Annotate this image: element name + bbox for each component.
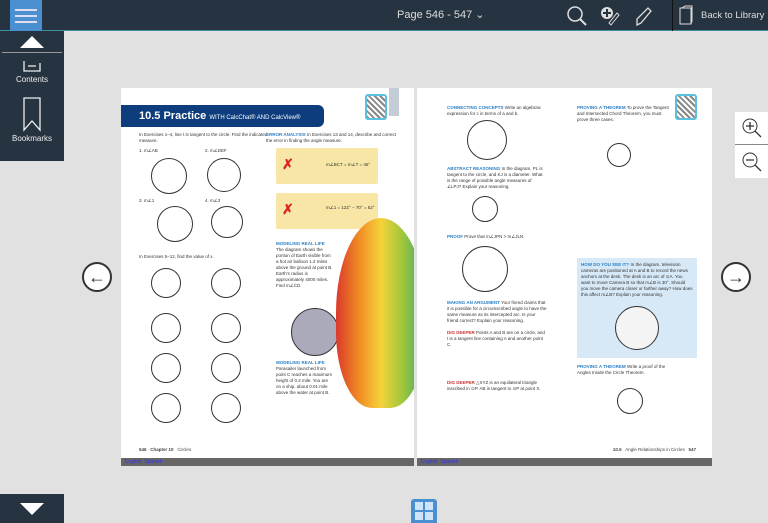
diagram <box>617 388 643 414</box>
exercise-3: 3. m∠1 <box>139 198 155 203</box>
page-footer: 546 Chapter 10 Circles <box>139 447 192 452</box>
thumbnail-grid-button[interactable] <box>411 499 437 523</box>
search-icon[interactable] <box>566 5 588 27</box>
qr-code[interactable] <box>675 94 697 120</box>
toolbar-divider <box>672 0 673 31</box>
error-callout-14: ✗ m∠1 = 122° − 70° = 52° <box>276 193 378 229</box>
bookmark-icon <box>23 97 41 132</box>
page-selector[interactable]: Page 546 - 547 ⌄ <box>397 8 485 21</box>
bookmarks-button[interactable]: Bookmarks <box>0 84 64 143</box>
diagram <box>157 206 193 242</box>
diagram <box>462 246 508 292</box>
instructions: In Exercises 1–4, line t is tangent to t… <box>139 132 268 143</box>
arrow-right-icon: → <box>727 266 745 287</box>
highlighter-icon[interactable] <box>633 5 655 27</box>
english-audio-link[interactable]: English <box>125 459 141 465</box>
book-icon <box>679 5 693 25</box>
diagram <box>151 158 187 194</box>
zoom-controls <box>735 112 768 178</box>
spanish-audio-link[interactable]: Spanish <box>440 459 458 465</box>
diagram <box>607 143 631 167</box>
hot-air-balloon-image <box>336 218 414 408</box>
diagram <box>211 268 241 298</box>
sidebar: Contents Bookmarks <box>0 31 64 161</box>
diagram <box>472 196 498 222</box>
heading: ERROR ANALYSIS <box>266 132 306 137</box>
triangle-down-icon <box>20 502 44 515</box>
zoom-in-icon <box>742 118 761 138</box>
contents-icon <box>23 61 41 72</box>
top-toolbar: Page 546 - 547 ⌄ Back to Library <box>0 0 768 31</box>
exercise-2: 2. m∠DEF <box>205 148 227 153</box>
how-do-you-see-it-box: HOW DO YOU SEE IT? In the diagram, telev… <box>577 258 697 358</box>
scroll-down-button[interactable] <box>0 494 64 523</box>
page-footer: 10.5 Angle Relationships in Circles 547 <box>612 447 696 452</box>
back-to-library-button[interactable]: Back to Library <box>678 5 764 25</box>
audio-bar-right: English Spanish <box>417 458 712 466</box>
qr-code[interactable] <box>365 94 387 120</box>
diagram <box>211 353 241 383</box>
scroll-up-button[interactable] <box>2 31 62 53</box>
english-audio-link[interactable]: English <box>421 459 437 465</box>
exercise-4: 4. m∠3 <box>205 198 221 203</box>
diagram <box>151 353 181 383</box>
diagram <box>211 313 241 343</box>
zoom-out-button[interactable] <box>735 145 768 178</box>
arrow-left-icon: ← <box>88 266 106 287</box>
bookmark-ribbon[interactable] <box>389 88 399 116</box>
spanish-audio-link[interactable]: Spanish <box>144 459 162 465</box>
audio-bar-left: English Spanish <box>121 458 414 466</box>
right-page: CONNECTING CONCEPTS Write an algebraic e… <box>417 88 712 458</box>
error-callout-13: ✗ m∠BCT = m∠T = 46° <box>276 148 378 184</box>
earth-diagram <box>291 308 339 356</box>
diagram <box>211 206 243 238</box>
zoom-out-icon <box>742 152 761 171</box>
section-banner: 10.5 Practice WITH CalcChat® AND CalcVie… <box>121 105 324 127</box>
diagram <box>207 158 241 192</box>
menu-button[interactable] <box>10 0 42 31</box>
next-page-button[interactable]: → <box>721 262 751 292</box>
zoom-in-button[interactable] <box>735 112 768 145</box>
diagram <box>151 313 181 343</box>
triangle-up-icon <box>20 35 44 48</box>
exercise-1: 1. m∠AB <box>139 148 158 153</box>
left-page: 10.5 Practice WITH CalcChat® AND CalcVie… <box>121 88 414 458</box>
diagram <box>467 120 507 160</box>
previous-page-button[interactable]: ← <box>82 262 112 292</box>
instructions: In Exercises 5–12, find the value of x. <box>139 254 214 259</box>
contents-button[interactable]: Contents <box>0 53 64 84</box>
diagram <box>151 268 181 298</box>
diagram <box>211 393 241 423</box>
add-note-icon[interactable] <box>599 5 621 27</box>
diagram <box>151 393 181 423</box>
